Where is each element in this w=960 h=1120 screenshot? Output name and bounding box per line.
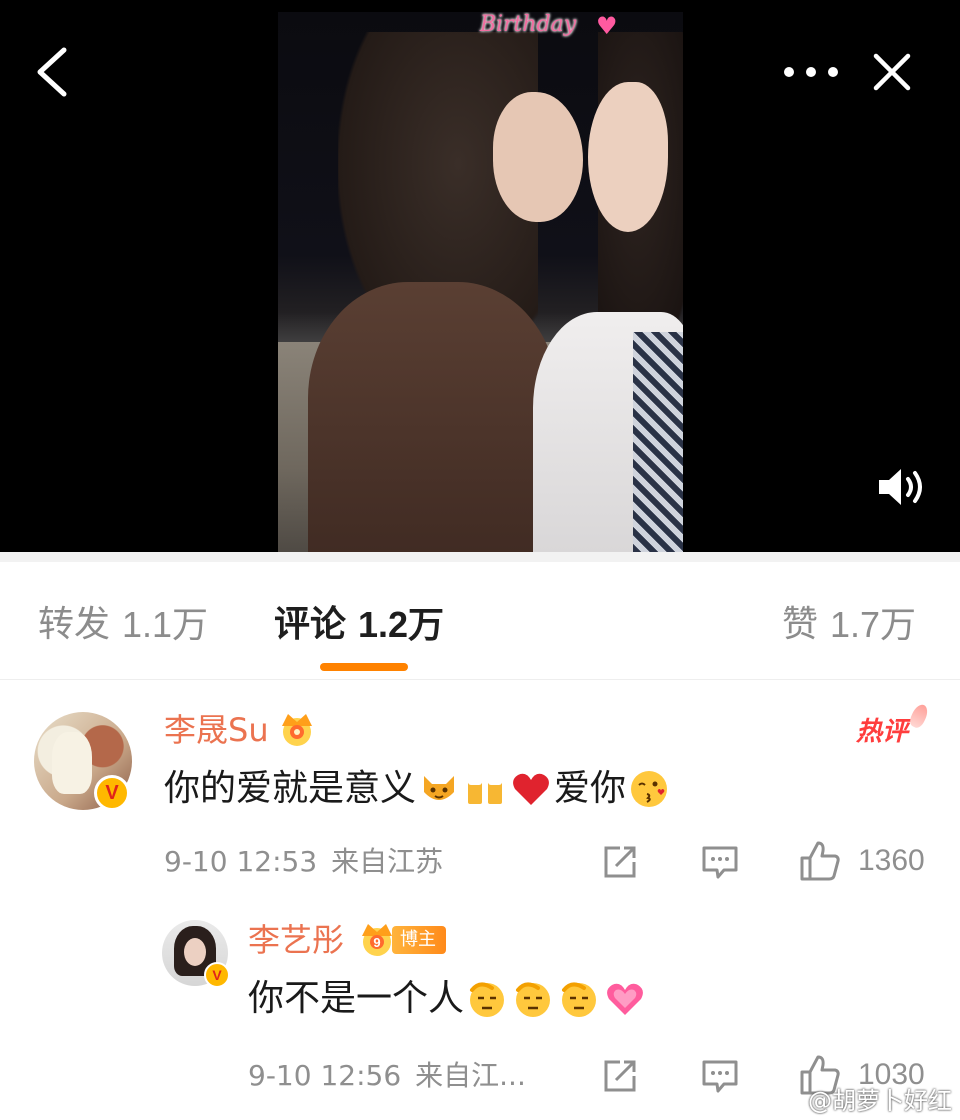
like-button[interactable]: 1360: [798, 836, 925, 886]
salute-face-emoji-icon: [470, 982, 505, 1017]
avatar-face: [184, 938, 206, 966]
video-person-left-face: [493, 92, 583, 222]
comment-bubble-icon: [702, 846, 738, 879]
reply-meta: 9-10 12:56 来自江...: [248, 1056, 526, 1096]
active-tab-indicator: [320, 663, 408, 671]
video-person-right-face: [588, 82, 668, 232]
close-icon: [873, 53, 911, 91]
tab-comments-count: 1.2万: [358, 604, 445, 645]
more-button[interactable]: [778, 50, 844, 94]
reply-button[interactable]: [700, 840, 744, 884]
hot-comment-label: 热评: [856, 717, 909, 747]
more-dots-icon: [784, 67, 838, 77]
kiss-face-emoji-icon: [631, 771, 668, 807]
avatar-bunny-illustration: [52, 732, 92, 794]
share-icon: [604, 846, 636, 878]
video-frame[interactable]: Birthday ♥: [278, 12, 683, 552]
comment-username[interactable]: 李晟Su: [164, 710, 269, 750]
red-heart-emoji-icon: [513, 773, 549, 805]
tab-repost[interactable]: 转发 1.1万: [38, 600, 208, 650]
volume-icon: [879, 469, 922, 505]
back-button[interactable]: [22, 42, 82, 102]
video-caption-text: Birthday: [479, 12, 577, 37]
comment-time: 9-10 12:53: [164, 845, 318, 878]
video-person-left-body: [308, 282, 558, 552]
flame-icon: [907, 702, 931, 730]
pink-heart-emoji-icon: [607, 983, 643, 1015]
tab-comments-label: 评论: [274, 604, 347, 645]
watermark: @胡萝卜好红: [770, 1080, 952, 1116]
section-divider: [0, 552, 960, 562]
reply-text-part: 你不是一个人: [248, 978, 465, 1019]
hot-comment-badge: 热评: [856, 702, 931, 752]
tab-repost-count: 1.1万: [122, 604, 209, 645]
reply-location: 来自江...: [415, 1059, 526, 1092]
close-button[interactable]: [864, 44, 920, 100]
comment-text-part: 爱你: [554, 768, 627, 809]
share-icon: [604, 1060, 636, 1092]
comment-meta: 9-10 12:53 来自江苏: [164, 842, 443, 882]
heart-icon: ♥: [596, 12, 618, 40]
reply-time: 9-10 12:56: [248, 1059, 402, 1092]
verified-badge-icon: V: [204, 962, 230, 988]
comment-text: 你的爱就是意义 爱你: [164, 764, 672, 814]
thumbs-up-icon: [800, 841, 840, 881]
tab-likes-label: 赞: [782, 604, 819, 645]
watermark-text: @胡萝卜好红: [808, 1086, 952, 1115]
video-player[interactable]: Birthday ♥: [0, 0, 960, 552]
fox-emoji-icon: [424, 776, 455, 800]
comment-text-part: 你的爱就是意义: [164, 768, 417, 809]
crown-level-number: 9: [373, 935, 380, 950]
reply-text: 你不是一个人: [248, 974, 648, 1024]
reply-username[interactable]: 李艺彤: [248, 920, 344, 960]
cheers-emoji-icon: [468, 778, 503, 804]
share-button[interactable]: [600, 1054, 644, 1098]
tab-repost-label: 转发: [38, 604, 111, 645]
salute-face-emoji-icon: [562, 982, 597, 1017]
comment-location: 来自江苏: [331, 845, 444, 878]
salute-face-emoji-icon: [516, 982, 551, 1017]
like-count: 1360: [858, 844, 925, 877]
tab-likes-count: 1.7万: [830, 604, 917, 645]
tab-likes[interactable]: 赞 1.7万: [782, 600, 916, 650]
video-person-right-scarf: [633, 332, 683, 552]
share-button[interactable]: [600, 840, 644, 884]
back-chevron-icon: [37, 47, 67, 97]
verified-badge-icon: V: [94, 775, 130, 811]
tab-comments[interactable]: 评论 1.2万: [274, 600, 444, 650]
weibo-logo-icon: [770, 1086, 801, 1111]
blogger-badge: 博主: [392, 926, 446, 954]
volume-button[interactable]: [870, 458, 934, 516]
comment-bubble-icon: [702, 1060, 738, 1093]
reply-button[interactable]: [700, 1054, 744, 1098]
interaction-tabs: 转发 1.1万 评论 1.2万 赞 1.7万: [0, 562, 960, 680]
crown-icon: [282, 714, 312, 746]
